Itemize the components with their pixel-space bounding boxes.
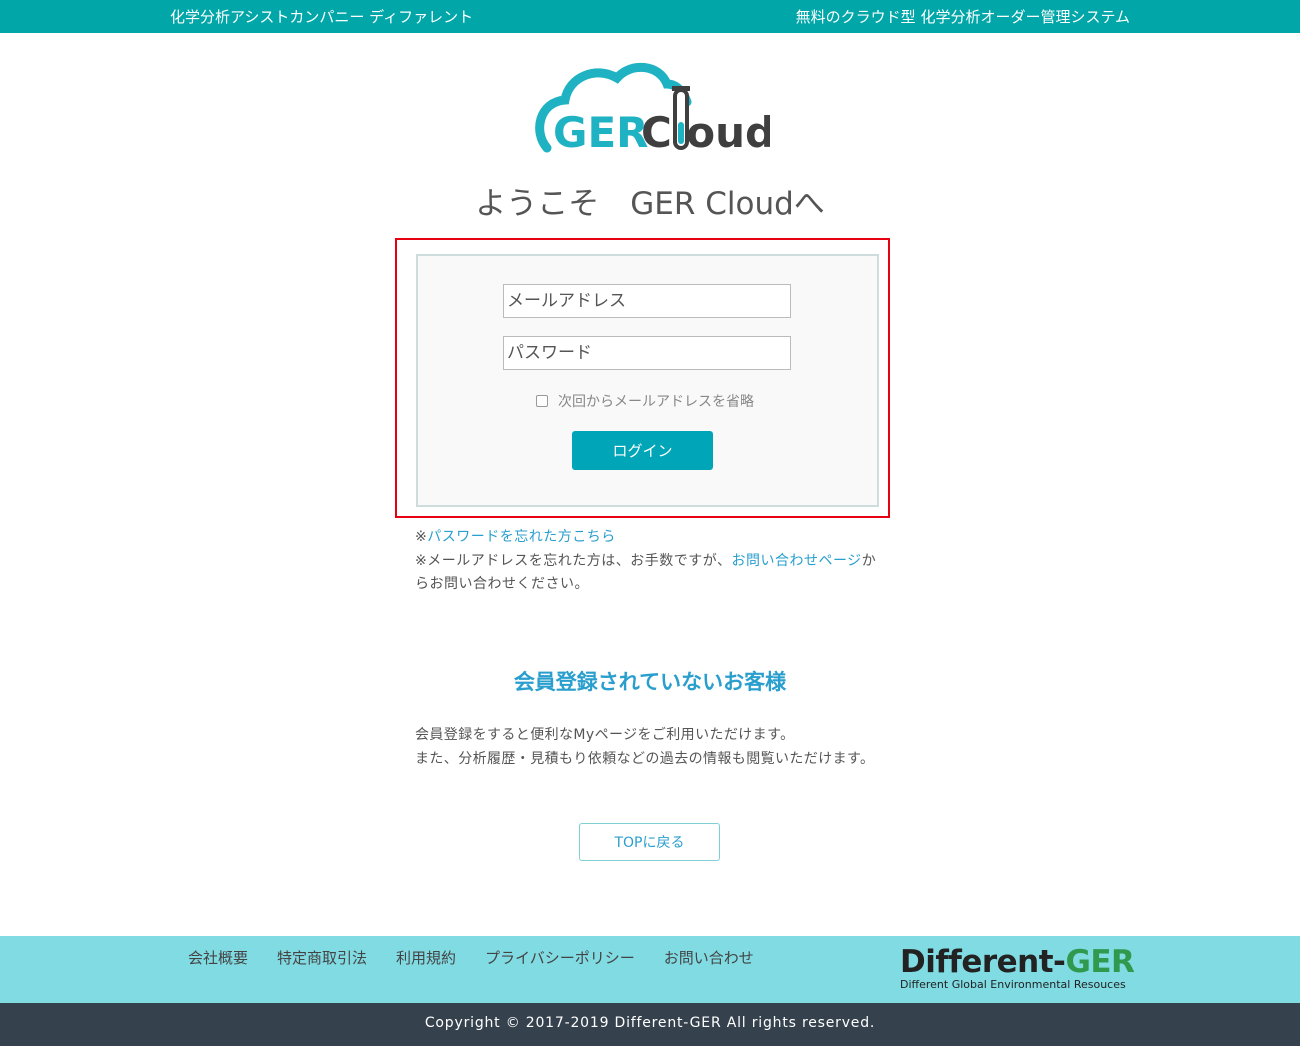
footer: 会社概要 特定商取引法 利用規約 プライバシーポリシー お問い合わせ Diffe… — [0, 936, 1300, 1003]
login-notes: ※パスワードを忘れた方こちら ※メールアドレスを忘れた方は、お手数ですが、お問い… — [415, 526, 885, 597]
footer-links: 会社概要 特定商取引法 利用規約 プライバシーポリシー お問い合わせ — [188, 947, 783, 968]
remember-checkbox[interactable] — [536, 395, 548, 407]
footer-link-contact[interactable]: お問い合わせ — [664, 947, 754, 968]
system-tagline: 無料のクラウド型 化学分析オーダー管理システム — [795, 8, 1130, 26]
brand-subtitle: Different Global Environmental Resouces — [900, 978, 1126, 991]
remember-email-option[interactable]: 次回からメールアドレスを省略 — [536, 391, 754, 411]
ger-cloud-logo: GER Cloud — [535, 62, 770, 157]
footer-link-company[interactable]: 会社概要 — [188, 947, 248, 968]
back-to-top-button[interactable]: TOPに戻る — [579, 823, 720, 861]
different-ger-logo: Different-GER Different Global Environme… — [900, 944, 1135, 991]
contact-page-link[interactable]: お問い合わせページ — [731, 553, 861, 569]
member-desc-line1: 会員登録をすると便利なMyページをご利用いただけます。 — [415, 727, 795, 743]
logo-text-ger: GER — [553, 108, 649, 157]
company-tagline: 化学分析アシストカンパニー ディファレント — [170, 8, 474, 26]
non-member-heading: 会員登録されていないお客様 — [513, 670, 787, 694]
login-button[interactable]: ログイン — [572, 431, 713, 470]
welcome-heading: ようこそ GER Cloudへ — [475, 186, 825, 222]
member-desc-line2: また、分析履歴・見積もり依頼などの過去の情報も閲覧いただけます。 — [415, 750, 875, 767]
logo-text-cloud: Cloud — [641, 108, 770, 157]
email-input[interactable] — [503, 284, 791, 318]
password-input[interactable] — [503, 336, 791, 370]
note-mark: ※ — [415, 529, 428, 545]
brand-name-accent: GER — [1065, 944, 1135, 980]
copyright-bar: Copyright © 2017-2019 Different-GER All … — [0, 1003, 1300, 1046]
footer-link-privacy[interactable]: プライバシーポリシー — [485, 947, 635, 968]
forgot-password-link[interactable]: パスワードを忘れた方こちら — [427, 529, 616, 545]
member-description: 会員登録をすると便利なMyページをご利用いただけます。 また、分析履歴・見積もり… — [415, 724, 885, 771]
footer-link-commerce-law[interactable]: 特定商取引法 — [277, 947, 367, 968]
brand-name-main: Different- — [900, 944, 1066, 980]
remember-label: 次回からメールアドレスを省略 — [558, 394, 754, 410]
forgot-email-text: ※メールアドレスを忘れた方は、お手数ですが、 — [415, 552, 732, 569]
footer-link-terms[interactable]: 利用規約 — [396, 947, 456, 968]
top-banner: 化学分析アシストカンパニー ディファレント 無料のクラウド型 化学分析オーダー管… — [0, 0, 1300, 33]
